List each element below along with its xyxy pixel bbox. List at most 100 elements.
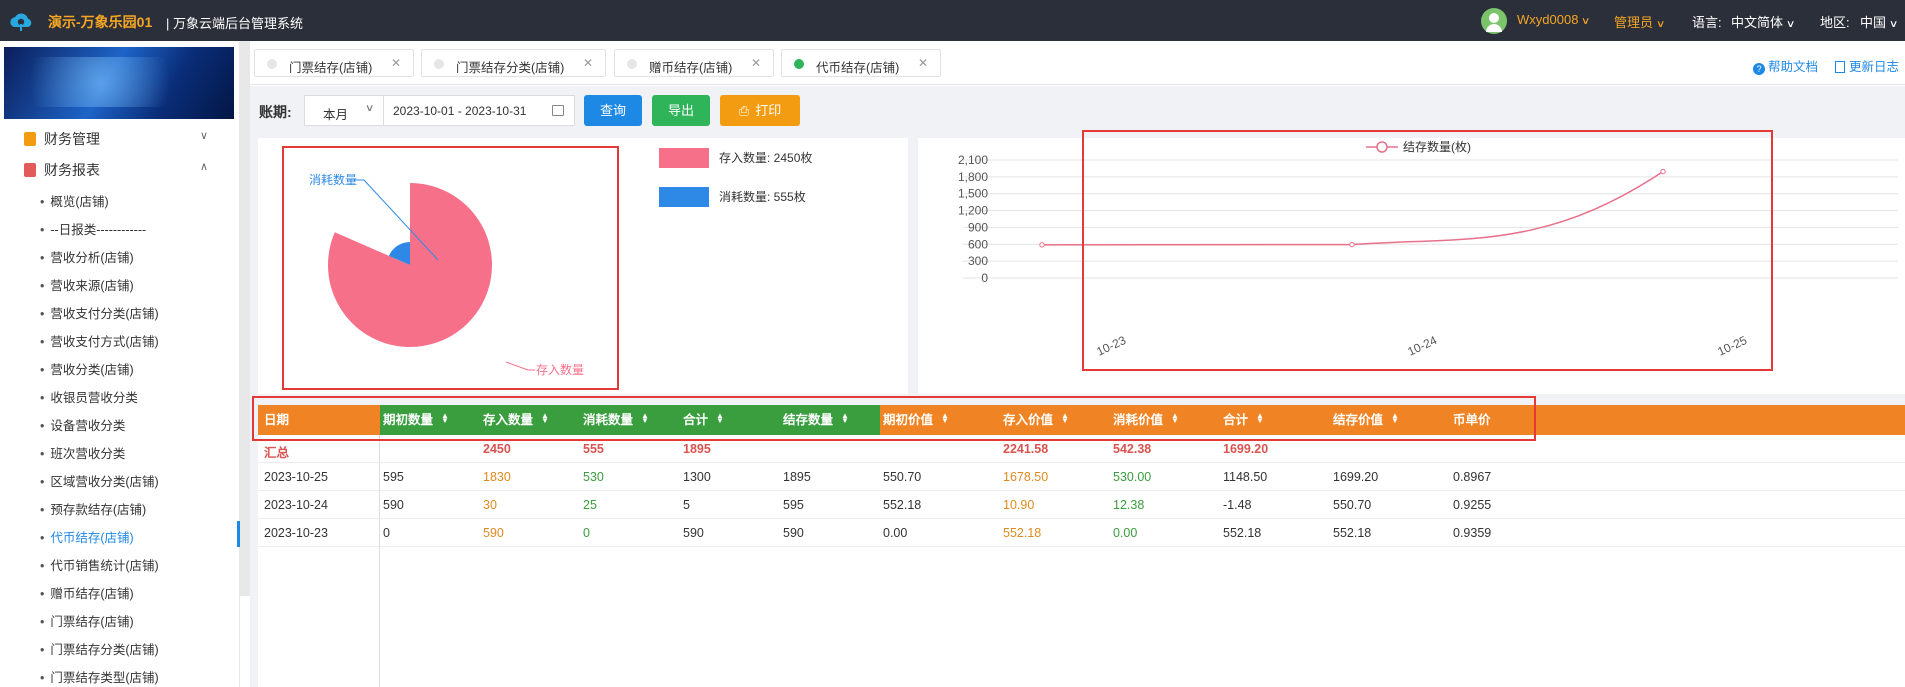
- language-menu[interactable]: 中文简体 ∨: [1731, 12, 1795, 31]
- period-value: 本月: [323, 108, 349, 122]
- sort-icon[interactable]: ▲ ▼: [441, 412, 449, 425]
- sort-icon[interactable]: ▲ ▼: [841, 412, 849, 425]
- sort-icon[interactable]: ▲ ▼: [941, 412, 949, 425]
- sidebar-item-revenue-analysis[interactable]: 营收分析(店铺): [40, 247, 133, 266]
- sidebar-item-cashier-revenue[interactable]: 收银员营收分类: [40, 387, 138, 406]
- role-name: 管理员: [1614, 15, 1654, 30]
- sidebar-item-ticket-balance-category[interactable]: 门票结存分类(店铺): [40, 639, 158, 658]
- sort-icon[interactable]: ▲ ▼: [1171, 412, 1179, 425]
- print-button[interactable]: ⎙ 打印: [720, 95, 800, 126]
- summary-row[interactable]: 汇总 2450 555 1895 2241.58 542.38 1699.20: [258, 435, 1905, 463]
- tab-gift-coin-balance[interactable]: 赠币结存(店铺) ✕: [614, 49, 774, 77]
- y-tick-label: 0: [981, 271, 988, 285]
- sidebar-item-payment-method[interactable]: 营收支付方式(店铺): [40, 331, 158, 350]
- pie-label-consume: 消耗数量: [309, 172, 357, 187]
- date-range-input[interactable]: 2023-10-01 - 2023-10-31: [383, 95, 575, 126]
- column-header[interactable]: 合计 ▲ ▼: [1223, 405, 1264, 435]
- region-menu[interactable]: 中国 ∨: [1860, 12, 1898, 31]
- menu-group-label: 财务报表: [44, 162, 100, 178]
- close-icon[interactable]: ✕: [391, 56, 401, 70]
- column-header[interactable]: 存入价值 ▲ ▼: [1003, 405, 1069, 435]
- column-header[interactable]: 结存价值 ▲ ▼: [1333, 405, 1399, 435]
- sidebar-item-area-revenue[interactable]: 区域营收分类(店铺): [40, 471, 158, 490]
- system-title: | 万象云端后台管理系统: [166, 16, 303, 31]
- tab-ticket-balance-category[interactable]: 门票结存分类(店铺) ✕: [421, 49, 606, 77]
- sort-icon[interactable]: ▲ ▼: [1061, 412, 1069, 425]
- menu-group-finance-reports[interactable]: 财务报表 ∧: [24, 160, 208, 182]
- tab-label: 门票结存(店铺): [289, 61, 373, 75]
- column-header[interactable]: 合计 ▲ ▼: [683, 405, 724, 435]
- column-header-label: 币单价: [1453, 413, 1491, 427]
- update-log-link[interactable]: 更新日志: [1835, 56, 1899, 75]
- sort-icon[interactable]: ▲ ▼: [641, 412, 649, 425]
- table-cell: 1895: [783, 470, 811, 484]
- tab-bar: 门票结存(店铺) ✕ 门票结存分类(店铺) ✕ 赠币结存(店铺) ✕ 代币结存(店铺)…: [250, 41, 1905, 85]
- table-cell: 552.18: [883, 498, 922, 512]
- query-button[interactable]: 查询: [584, 95, 642, 126]
- sidebar-item-token-balance[interactable]: 代币结存(店铺): [40, 527, 133, 546]
- date-range-value: 2023-10-01 - 2023-10-31: [393, 104, 527, 118]
- table-cell: 5: [683, 498, 690, 512]
- table-cell: 1699.20: [1223, 442, 1269, 456]
- tab-ticket-balance[interactable]: 门票结存(店铺) ✕: [254, 49, 414, 77]
- data-table: 日期 期初数量 ▲ ▼ 存入数量 ▲ ▼ 消耗数量 ▲ ▼ 合计 ▲ ▼ 结存数量 ▲ ▼ 期初价值 ▲ ▼ 存入价值…: [258, 405, 1905, 687]
- avatar[interactable]: [1481, 8, 1507, 34]
- chevron-down-icon: ∨: [1581, 16, 1591, 27]
- help-doc-link[interactable]: ? 帮助文档: [1753, 56, 1818, 75]
- sort-icon[interactable]: ▲ ▼: [1391, 412, 1399, 425]
- table-cell: 595: [383, 470, 404, 484]
- period-select[interactable]: 本月 ∨: [304, 95, 384, 126]
- sidebar-item-gift-coin-balance[interactable]: 赠币结存(店铺): [40, 583, 133, 602]
- sidebar-item-token-sales[interactable]: 代币销售统计(店铺): [40, 555, 158, 574]
- sidebar-item-ticket-balance-type[interactable]: 门票结存类型(店铺): [40, 667, 158, 686]
- close-icon[interactable]: ✕: [918, 56, 928, 70]
- sidebar-item-prepaid-balance[interactable]: 预存款结存(店铺): [40, 499, 146, 518]
- line-legend-label[interactable]: 结存数量(枚): [1403, 139, 1471, 154]
- table-row[interactable]: 2023-10-25 595 1830 530 1300 1895 550.70 1678.5…: [258, 463, 1905, 491]
- table-cell: 0.9359: [1453, 526, 1492, 540]
- finance-icon: [24, 132, 36, 146]
- sidebar-item-revenue-source[interactable]: 营收来源(店铺): [40, 275, 133, 294]
- sidebar-scrollbar[interactable]: [240, 41, 250, 596]
- data-point[interactable]: [1039, 242, 1045, 248]
- tab-label: 代币结存(店铺): [816, 61, 900, 75]
- column-header[interactable]: 消耗数量 ▲ ▼: [583, 405, 649, 435]
- x-tick-label: 10-24: [1405, 333, 1439, 359]
- sidebar-item-revenue-category[interactable]: 营收分类(店铺): [40, 359, 133, 378]
- export-button[interactable]: 导出: [652, 95, 710, 126]
- column-header[interactable]: 期初价值 ▲ ▼: [883, 405, 949, 435]
- menu-group-finance-management[interactable]: 财务管理 ∨: [24, 129, 208, 151]
- region-label: 地区:: [1820, 15, 1850, 30]
- tab-status-dot: [794, 59, 804, 69]
- table-row[interactable]: 2023-10-24 590 30 25 5 595 552.18 10.90 12.38 -1.…: [258, 491, 1905, 519]
- sidebar-item-overview[interactable]: 概览(店铺): [40, 191, 108, 210]
- close-icon[interactable]: ✕: [751, 56, 761, 70]
- sidebar-item-payment-category[interactable]: 营收支付分类(店铺): [40, 303, 158, 322]
- close-icon[interactable]: ✕: [583, 56, 593, 70]
- sort-icon[interactable]: ▲ ▼: [1256, 412, 1264, 425]
- table-cell: 552.18: [1223, 526, 1262, 540]
- column-header[interactable]: 结存数量 ▲ ▼: [783, 405, 849, 435]
- x-tick-label: 10-23: [1094, 333, 1128, 359]
- sidebar-item-ticket-balance[interactable]: 门票结存(店铺): [40, 611, 133, 630]
- column-header[interactable]: 期初数量 ▲ ▼: [383, 405, 449, 435]
- column-header[interactable]: 存入数量 ▲ ▼: [483, 405, 549, 435]
- data-point[interactable]: [1349, 241, 1355, 248]
- column-header[interactable]: 消耗价值 ▲ ▼: [1113, 405, 1179, 435]
- column-header-label: 期初价值: [883, 413, 934, 427]
- role-menu[interactable]: 管理员 ∨: [1614, 12, 1665, 31]
- table-cell: 1148.50: [1223, 470, 1268, 484]
- table-cell: 0.00: [1113, 526, 1138, 540]
- y-tick-label: 1,800: [958, 170, 988, 184]
- tab-token-balance[interactable]: 代币结存(店铺) ✕: [781, 49, 941, 77]
- sort-icon[interactable]: ▲ ▼: [716, 412, 724, 425]
- column-header-label: 结存数量: [783, 413, 834, 427]
- sidebar-item-device-revenue[interactable]: 设备营收分类: [40, 415, 125, 434]
- table-row[interactable]: 2023-10-23 0 590 0 590 590 0.00 552.18 0.00 552.1…: [258, 519, 1905, 547]
- sidebar-item-shift-revenue[interactable]: 班次营收分类: [40, 443, 125, 462]
- question-icon: ?: [1753, 63, 1765, 75]
- sort-icon[interactable]: ▲ ▼: [541, 412, 549, 425]
- data-point[interactable]: [1660, 168, 1666, 175]
- user-menu[interactable]: Wxyd0008 ∨: [1517, 12, 1591, 27]
- table-cell: 2450: [483, 442, 511, 456]
